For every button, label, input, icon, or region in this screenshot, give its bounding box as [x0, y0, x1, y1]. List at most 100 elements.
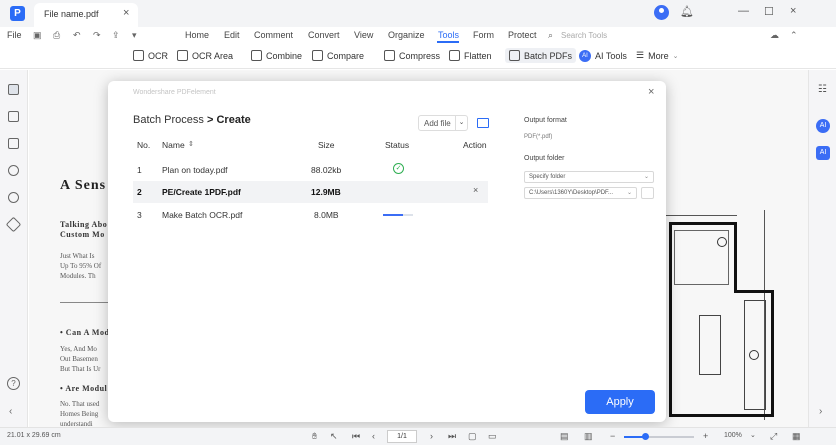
- attachment-icon[interactable]: [8, 165, 19, 176]
- row-size: 12.9MB: [311, 187, 341, 197]
- batch-pdfs-button[interactable]: Batch PDFs: [505, 48, 577, 63]
- ai-translate-icon[interactable]: AI: [816, 146, 830, 160]
- tab-close-icon[interactable]: ×: [123, 7, 129, 19]
- page-number-input[interactable]: 1/1: [387, 430, 417, 443]
- compress-icon: [384, 50, 395, 61]
- minimize-icon[interactable]: —: [738, 5, 749, 17]
- breadcrumb-parent[interactable]: Batch Process: [133, 114, 204, 126]
- add-file-button[interactable]: Add file ⌄: [418, 115, 468, 131]
- combine-button[interactable]: Combine: [251, 50, 302, 61]
- menu-lines-icon: ☰: [636, 50, 645, 60]
- menu-tools[interactable]: Tools: [438, 30, 459, 40]
- collapse-right-icon[interactable]: ›: [819, 406, 822, 417]
- last-page-icon[interactable]: ⏭: [448, 431, 456, 442]
- search-panel-icon[interactable]: [8, 192, 19, 203]
- select-tool-icon[interactable]: ↖: [330, 431, 338, 442]
- doc-subheading: • Can A Mod: [60, 328, 110, 337]
- ai-tools-button[interactable]: AI AI Tools: [579, 50, 627, 62]
- compress-button[interactable]: Compress: [384, 50, 440, 61]
- remove-file-icon[interactable]: ×: [473, 185, 478, 195]
- next-page-icon[interactable]: ›: [430, 431, 433, 441]
- compare-button[interactable]: Compare: [312, 50, 364, 61]
- row-no: 3: [137, 210, 142, 220]
- bookmark-icon[interactable]: [8, 111, 19, 122]
- column-name[interactable]: Name: [162, 140, 185, 150]
- undo-icon[interactable]: ↶: [73, 30, 81, 41]
- row-file-name: PE/Create 1PDF.pdf: [162, 187, 241, 197]
- menu-convert[interactable]: Convert: [308, 30, 340, 40]
- zoom-in-icon[interactable]: +: [703, 431, 708, 441]
- properties-icon[interactable]: ☷: [818, 84, 827, 95]
- print-icon[interactable]: ⎙: [53, 30, 60, 41]
- customize-dropdown-icon[interactable]: ▾: [132, 30, 137, 41]
- comment-icon[interactable]: [8, 138, 19, 149]
- row-size: 8.0MB: [314, 210, 339, 220]
- page-layout-icon[interactable]: ▤: [560, 431, 569, 442]
- flatten-button[interactable]: Flatten: [449, 50, 492, 61]
- menu-view[interactable]: View: [354, 30, 373, 40]
- doc-line: Talking Abo: [60, 220, 108, 229]
- ocr-area-button[interactable]: OCR Area: [177, 50, 233, 61]
- share-icon[interactable]: ⇪: [112, 30, 120, 41]
- ocr-button[interactable]: OCR: [133, 50, 168, 61]
- zoom-level[interactable]: 100%: [724, 432, 742, 439]
- active-menu-indicator: [437, 41, 459, 43]
- dialog-brand: Wondershare PDFelement: [133, 89, 216, 96]
- apply-button[interactable]: Apply: [585, 390, 655, 414]
- ocr-area-icon: [177, 50, 188, 61]
- save-icon[interactable]: ▣: [33, 30, 42, 41]
- fit-page-icon[interactable]: ▢: [468, 431, 477, 442]
- close-icon[interactable]: ×: [790, 5, 796, 17]
- document-tab[interactable]: File name.pdf ×: [34, 3, 138, 27]
- menu-protect[interactable]: Protect: [508, 30, 537, 40]
- layers-icon[interactable]: [5, 216, 22, 233]
- search-icon: ⌕: [548, 30, 554, 40]
- row-file-name: Make Batch OCR.pdf: [162, 210, 243, 220]
- view-mode-icon[interactable]: ▦: [792, 431, 801, 442]
- menu-edit[interactable]: Edit: [224, 30, 240, 40]
- reading-mode-icon[interactable]: ▥: [584, 431, 593, 442]
- prev-page-icon[interactable]: ‹: [372, 431, 375, 441]
- avatar-icon[interactable]: [654, 5, 669, 20]
- search-tools-input[interactable]: Search Tools: [561, 31, 607, 40]
- menu-comment[interactable]: Comment: [254, 30, 293, 40]
- dialog-close-icon[interactable]: ×: [648, 86, 654, 98]
- column-status: Status: [385, 140, 410, 150]
- menu-organize[interactable]: Organize: [388, 30, 425, 40]
- doc-line: Out Basemen: [60, 355, 98, 363]
- folder-path-select[interactable]: C:\Users\1360Y\Desktop\PDF... ⌄: [524, 187, 637, 199]
- zoom-out-icon[interactable]: −: [610, 431, 615, 441]
- row-file-name: Plan on today.pdf: [162, 165, 228, 175]
- browse-folder-button[interactable]: [641, 187, 654, 199]
- thumbnails-icon[interactable]: [8, 84, 19, 95]
- menu-home[interactable]: Home: [185, 30, 209, 40]
- hand-tool-icon[interactable]: ✋︎: [312, 431, 317, 442]
- zoom-slider-handle[interactable]: [642, 433, 649, 440]
- chevron-down-icon[interactable]: ⌄: [750, 431, 756, 439]
- bell-icon[interactable]: 🔔︎: [680, 5, 694, 18]
- maximize-icon[interactable]: ☐: [764, 5, 774, 18]
- column-no: No.: [137, 140, 151, 150]
- file-menu[interactable]: File: [7, 30, 22, 40]
- menu-form[interactable]: Form: [473, 30, 494, 40]
- collapse-ribbon-icon[interactable]: ⌃: [790, 30, 798, 41]
- redo-icon[interactable]: ↷: [93, 30, 101, 41]
- doc-line: No. That used: [60, 400, 100, 408]
- table-row[interactable]: 1 Plan on today.pdf 88.02kb ✓: [133, 159, 488, 181]
- row-size: 88.02kb: [311, 165, 342, 175]
- help-icon[interactable]: ?: [7, 377, 20, 390]
- cloud-upload-icon[interactable]: ☁︎: [770, 30, 779, 41]
- first-page-icon[interactable]: ⏮: [352, 431, 360, 442]
- ai-assistant-icon[interactable]: AI: [816, 119, 830, 133]
- sort-icon[interactable]: ⇕: [188, 140, 194, 148]
- doc-line: Yes, And Mo: [60, 345, 97, 353]
- folder-mode-select[interactable]: Specify folder ⌄: [524, 171, 654, 183]
- open-folder-icon[interactable]: [477, 118, 489, 128]
- collapse-left-icon[interactable]: ‹: [9, 406, 12, 417]
- table-row[interactable]: 3 Make Batch OCR.pdf 8.0MB: [133, 204, 488, 226]
- more-button[interactable]: ☰ More ⌄: [636, 50, 678, 61]
- add-file-dropdown-icon[interactable]: ⌄: [455, 116, 467, 130]
- table-row[interactable]: 2 PE/Create 1PDF.pdf 12.9MB ×: [133, 181, 488, 203]
- fit-width-icon[interactable]: ▭: [488, 431, 497, 442]
- fullscreen-icon[interactable]: ⤢: [770, 431, 777, 442]
